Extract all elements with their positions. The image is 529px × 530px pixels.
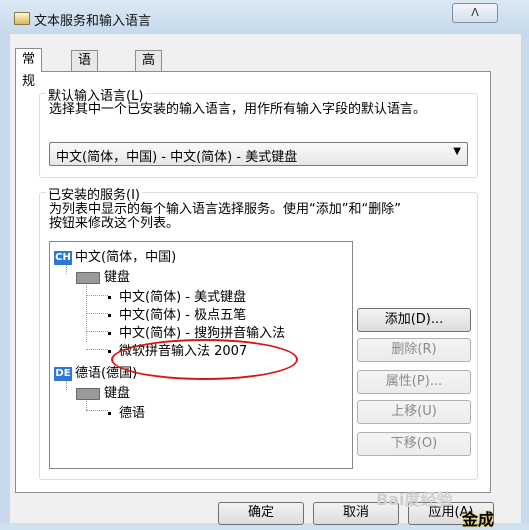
highlight-annotation-ellipse <box>111 339 298 380</box>
ime-label: 中文(简体) - 美式键盘 <box>119 290 247 305</box>
dialog-window: 文本服务和输入语言 ᐱ 常规 语言栏 高级键设置 默认输入语言(L) 选择其中一… <box>0 0 529 529</box>
remove-button[interactable]: 删除(R) <box>357 338 471 362</box>
folder-icon <box>14 12 30 25</box>
title-bar: 文本服务和输入语言 ᐱ <box>0 0 529 34</box>
tree-keyboard-node[interactable]: 键盘 <box>76 266 130 285</box>
installed-services-description-1: 为列表中显示的每个输入语言选择服务。使用“添加”和“删除” <box>49 202 401 217</box>
tree-language-chinese[interactable]: CH 中文(简体，中国) <box>54 246 176 265</box>
keyboard-icon <box>76 387 100 400</box>
language-badge-ch: CH <box>54 250 72 265</box>
language-badge-de: DE <box>54 366 72 381</box>
tab-advanced-key-settings[interactable]: 高级键设置 <box>135 50 163 148</box>
corner-watermark-text: 金成 <box>462 510 495 529</box>
tree-item-ime[interactable]: 中文(简体) - 美式键盘 <box>108 286 246 305</box>
tab-language-bar[interactable]: 语言栏 <box>71 50 99 108</box>
chevron-down-icon: ▼ <box>453 146 461 157</box>
properties-button[interactable]: 属性(P)... <box>357 370 471 394</box>
ok-button[interactable]: 确定 <box>218 502 304 525</box>
tree-item-ime[interactable]: 中文(简体) - 极点五笔 <box>108 304 246 323</box>
move-up-button[interactable]: 上移(U) <box>357 400 471 424</box>
tree-item-ime[interactable]: 德语 <box>108 402 145 421</box>
keyboard-label: 键盘 <box>104 386 131 401</box>
installed-services-label: 已安装的服务(I) <box>46 184 142 203</box>
ime-label: 德语 <box>119 406 146 421</box>
add-button[interactable]: 添加(D)... <box>357 308 471 332</box>
move-down-button[interactable]: 下移(O) <box>357 432 471 456</box>
close-button[interactable]: ᐱ <box>452 3 498 23</box>
installed-services-description-2: 按钮来修改这个列表。 <box>49 216 180 231</box>
tab-general[interactable]: 常规 <box>15 48 43 89</box>
default-language-select[interactable]: 中文(简体，中国) - 中文(简体) - 美式键盘 ▼ <box>49 142 468 166</box>
default-language-value: 中文(简体，中国) - 中文(简体) - 美式键盘 <box>56 150 298 165</box>
baidu-watermark: Bai度经验 <box>376 490 453 509</box>
language-label: 中文(简体，中国) <box>75 250 177 265</box>
default-language-description: 选择其中一个已安装的输入语言，用作所有输入字段的默认语言。 <box>49 102 427 117</box>
ime-label: 中文(简体) - 极点五笔 <box>119 308 247 323</box>
tree-keyboard-node[interactable]: 键盘 <box>76 382 130 401</box>
window-title: 文本服务和输入语言 <box>34 14 152 29</box>
keyboard-icon <box>76 271 100 284</box>
keyboard-label: 键盘 <box>104 270 131 285</box>
